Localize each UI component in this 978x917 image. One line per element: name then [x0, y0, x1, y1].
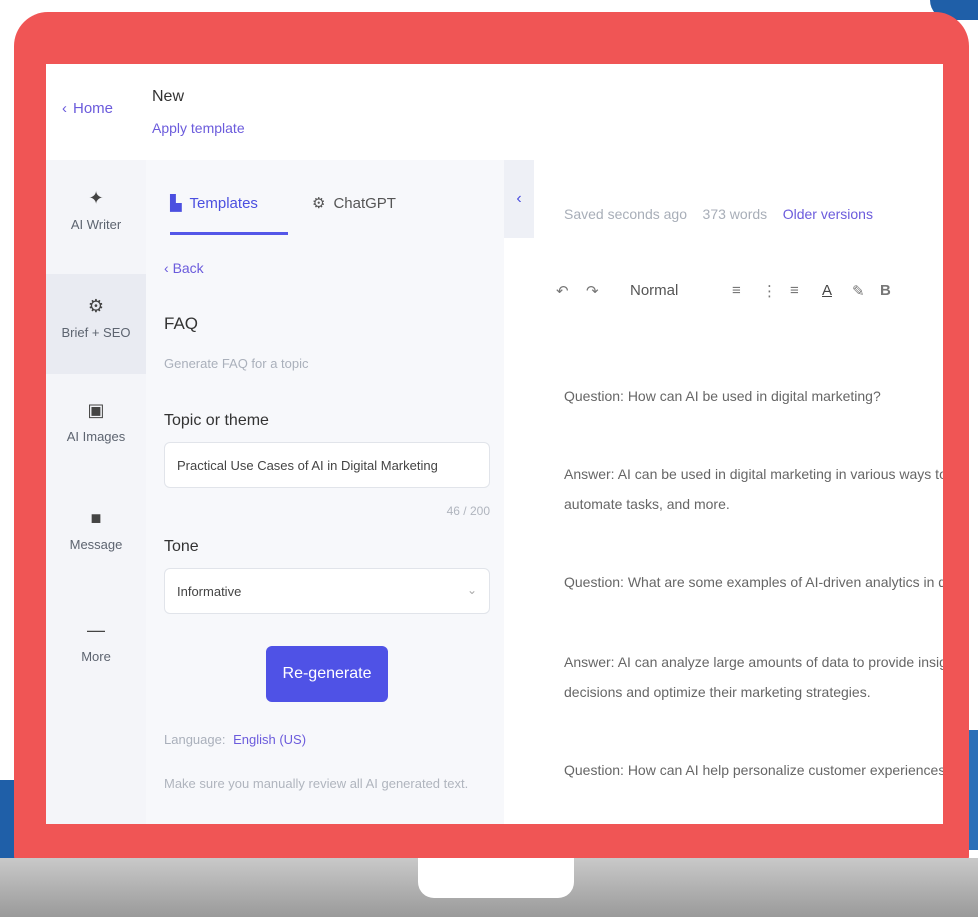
rail-item-label: Message [69, 537, 123, 552]
editor: Saved seconds ago 373 words Older versio… [534, 160, 943, 824]
redo-icon[interactable]: ↷ [586, 282, 599, 300]
topic-input[interactable]: Practical Use Cases of AI in Digital Mar… [164, 442, 490, 488]
paragraph: Question: What are some examples of AI-d… [564, 574, 943, 590]
rail-item-more[interactable]: — More [46, 620, 146, 710]
chevron-down-icon: ⌄ [466, 583, 477, 597]
tab-chatgpt[interactable]: ⚙ ChatGPT [312, 194, 396, 213]
back-label: Back [172, 260, 204, 276]
older-versions-link[interactable]: Older versions [783, 206, 873, 222]
paragraph: Question: How can AI be used in digital … [564, 388, 881, 404]
saved-status: Saved seconds ago [564, 206, 687, 222]
highlight-icon[interactable]: ✎ [852, 282, 865, 300]
rail-item-ai-images[interactable]: ▣ AI Images [46, 400, 146, 490]
template-title: FAQ [164, 314, 199, 333]
tab-label: ChatGPT [333, 194, 396, 212]
panel-tabs: ▙ Templates ⚙ ChatGPT [146, 180, 504, 236]
style-select[interactable]: Normal [630, 282, 678, 299]
rail-item-brief-seo[interactable]: ⚙ Brief + SEO [46, 274, 146, 374]
collapse-panel-button[interactable]: ‹ [504, 160, 534, 238]
topic-label: Topic or theme [164, 412, 269, 429]
numbered-list-icon[interactable]: ⋮ [762, 282, 777, 300]
message-icon: ■ [90, 508, 102, 528]
bullet-list-icon[interactable]: ≡ [732, 282, 741, 299]
editor-toolbar: ↶ ↷ Normal ≡ ⋮ ≡ A ✎ B [556, 278, 936, 308]
language-select[interactable]: English (US) [233, 732, 306, 747]
tone-select[interactable]: Informative ⌄ [164, 568, 490, 614]
language-label: Language: [164, 732, 226, 747]
sparkle-icon: ✦ [88, 188, 104, 208]
rail-item-label: More [81, 649, 111, 664]
text-color-icon[interactable]: A [822, 282, 832, 299]
paragraph: Answer: AI can analyze large amounts of … [564, 654, 943, 670]
document-status: Saved seconds ago 373 words Older versio… [564, 206, 873, 222]
left-rail: ✦ AI Writer ⚙ Brief + SEO ▣ AI Images ■ … [46, 160, 146, 824]
apply-template-link[interactable]: Apply template [152, 120, 245, 136]
home-link[interactable]: ‹ Home [62, 100, 113, 117]
tone-label: Tone [164, 538, 199, 555]
active-tab-indicator [170, 232, 288, 235]
stage: ‹ Home New Apply template ✦ AI Writer ⚙ … [0, 0, 978, 917]
align-icon[interactable]: ≡ [790, 282, 799, 299]
paragraph: automate tasks, and more. [564, 496, 730, 512]
undo-icon[interactable]: ↶ [556, 282, 569, 300]
app-screen: ‹ Home New Apply template ✦ AI Writer ⚙ … [46, 64, 943, 824]
paragraph: Question: How can AI help personalize cu… [564, 762, 943, 778]
word-count: 373 words [702, 206, 768, 222]
rail-item-ai-writer[interactable]: ✦ AI Writer [46, 184, 146, 274]
tone-value: Informative [177, 583, 242, 599]
chatgpt-icon: ⚙ [312, 195, 326, 212]
paragraph: decisions and optimize their marketing s… [564, 684, 871, 700]
template-description: Generate FAQ for a topic [164, 356, 309, 371]
tab-label: Templates [189, 194, 258, 212]
document-title[interactable]: New [152, 88, 184, 106]
language-row: Language: English (US) [164, 732, 306, 747]
document-icon: ▙ [170, 195, 182, 212]
more-icon: — [87, 620, 105, 640]
home-label: Home [73, 100, 114, 117]
templates-panel: ▙ Templates ⚙ ChatGPT ‹ Back FAQ Generat… [146, 160, 504, 824]
chevron-left-icon: ‹ [164, 260, 173, 276]
rail-item-label: AI Writer [70, 217, 122, 232]
rail-item-label: AI Images [66, 429, 126, 444]
chevron-left-icon: ‹ [516, 190, 522, 207]
gear-icon: ⚙ [87, 296, 105, 316]
top-bar: ‹ Home New Apply template [46, 64, 943, 160]
back-link[interactable]: ‹ Back [164, 260, 204, 276]
rail-item-label: Brief + SEO [61, 325, 131, 340]
rail-item-message[interactable]: ■ Message [46, 508, 146, 598]
laptop-notch [418, 858, 574, 898]
image-icon: ▣ [87, 400, 105, 420]
chevron-left-icon: ‹ [62, 100, 67, 117]
ai-disclaimer: Make sure you manually review all AI gen… [164, 776, 469, 791]
character-counter: 46 / 200 [446, 504, 490, 518]
bold-icon[interactable]: B [880, 282, 891, 299]
tab-templates[interactable]: ▙ Templates [170, 194, 258, 213]
paragraph: Answer: AI can be used in digital market… [564, 466, 943, 482]
regenerate-button[interactable]: Re-generate [266, 646, 388, 702]
